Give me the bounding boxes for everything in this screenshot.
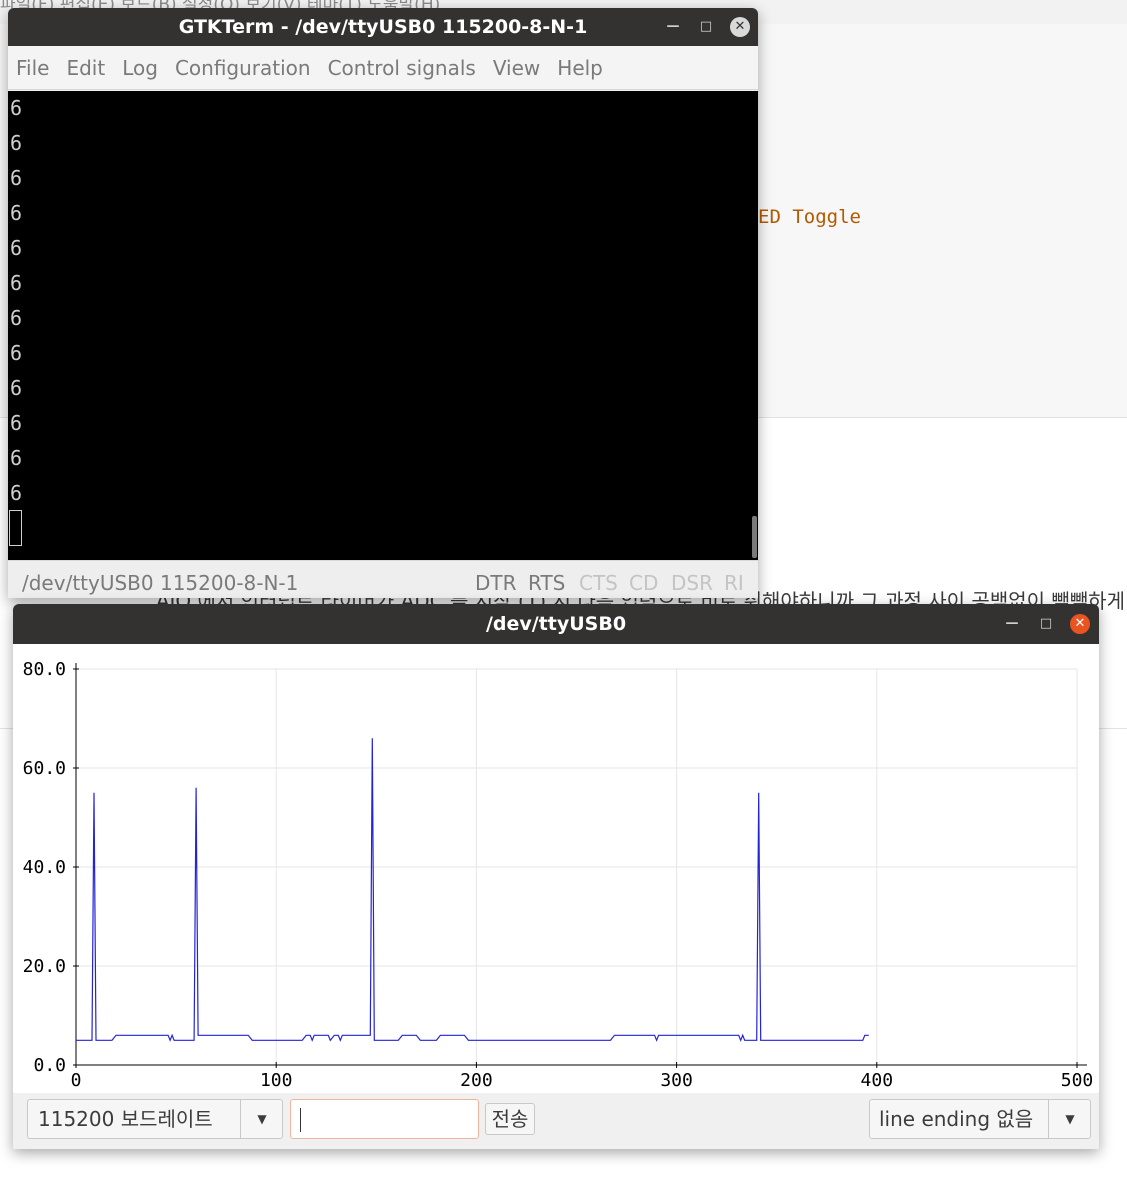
x-tick-label: 100 [260,1070,293,1091]
terminal-line: 6 [10,376,23,400]
x-tick-label: 400 [861,1070,894,1091]
line-chart: 0.0 20.0 40.0 60.0 80.0 0 100 200 300 400 500 [23,659,1094,1091]
close-icon[interactable]: ✕ [1070,614,1090,634]
chevron-down-icon[interactable]: ▼ [1049,1100,1091,1138]
y-tick-label: 40.0 [23,857,66,878]
menu-file[interactable]: File [16,56,49,80]
series-line [76,738,869,1042]
x-tick-label: 0 [71,1070,82,1091]
gtkterm-titlebar[interactable]: GTKTerm - /dev/ttyUSB0 115200-8-N-1 — □ … [8,8,758,46]
plotter-window[interactable]: /dev/ttyUSB0 — □ ✕ 0.0 20.0 40.0 60.0 80.0 0 1… [13,604,1099,1149]
menu-help[interactable]: Help [557,56,603,80]
baud-rate-label: 115200 보드레이트 [38,1107,213,1131]
signal-cts: CTS [579,571,618,595]
signal-rts: RTS [528,571,566,595]
send-text-input[interactable] [290,1099,479,1139]
line-ending-dropdown[interactable]: line ending 없음 ▼ [869,1099,1091,1139]
close-icon[interactable]: ✕ [730,17,750,37]
plotter-controls: 115200 보드레이트 ▼ 전송 line ending 없음 ▼ [13,1093,1099,1149]
terminal-line: 6 [10,166,23,190]
menu-log[interactable]: Log [122,56,158,80]
baud-rate-dropdown[interactable]: 115200 보드레이트 ▼ [27,1099,283,1139]
signal-ri: RI [724,571,744,595]
signal-dtr: DTR [475,571,517,595]
terminal-line: 6 [10,201,23,225]
menu-edit[interactable]: Edit [66,56,105,80]
x-tick-label: 500 [1061,1070,1094,1091]
text-caret [300,1108,301,1132]
line-ending-label: line ending 없음 [879,1107,1034,1131]
minimize-icon[interactable]: — [662,8,684,46]
terminal-line: 6 [10,96,23,120]
terminal-line: 6 [10,446,23,470]
signal-dsr: DSR [671,571,713,595]
menu-view[interactable]: View [493,56,540,80]
gtkterm-menubar: File Edit Log Configuration Control sign… [8,46,758,90]
status-port: /dev/ttyUSB0 115200-8-N-1 [22,571,299,595]
minimize-icon[interactable]: — [1001,604,1023,644]
terminal-cursor [9,510,22,546]
terminal-output[interactable]: 6 6 6 6 6 6 6 6 6 6 6 6 [8,91,758,560]
gtkterm-window[interactable]: GTKTerm - /dev/ttyUSB0 115200-8-N-1 — □ … [8,8,758,598]
plot-area: 0.0 20.0 40.0 60.0 80.0 0 100 200 300 400 500 [13,644,1099,1093]
y-tick-label: 0.0 [33,1055,66,1076]
signal-cd: CD [629,571,659,595]
y-tick-label: 80.0 [23,659,66,680]
terminal-line: 6 [10,411,23,435]
plotter-title: /dev/ttyUSB0 [485,613,627,635]
terminal-line: 6 [10,341,23,365]
plotter-titlebar[interactable]: /dev/ttyUSB0 — □ ✕ [13,604,1099,644]
terminal-line: 6 [10,131,23,155]
gtkterm-statusbar: /dev/ttyUSB0 115200-8-N-1 DTR RTS CTS CD… [8,560,758,598]
x-tick-label: 300 [660,1070,693,1091]
menu-control-signals[interactable]: Control signals [328,56,476,80]
menu-configuration[interactable]: Configuration [175,56,311,80]
terminal-line: 6 [10,236,23,260]
y-tick-label: 60.0 [23,758,66,779]
y-tick-label: 20.0 [23,956,66,977]
terminal-scrollbar[interactable] [752,516,757,558]
terminal-line: 6 [10,481,23,505]
maximize-icon[interactable]: □ [695,8,717,46]
terminal-line: 6 [10,306,23,330]
x-tick-label: 200 [460,1070,493,1091]
background-code-snippet: ED Toggle [758,206,861,228]
chevron-down-icon[interactable]: ▼ [241,1100,283,1138]
terminal-line: 6 [10,271,23,295]
maximize-icon[interactable]: □ [1035,604,1057,644]
gtkterm-title: GTKTerm - /dev/ttyUSB0 115200-8-N-1 [178,16,588,38]
send-button[interactable]: 전송 [485,1103,535,1135]
